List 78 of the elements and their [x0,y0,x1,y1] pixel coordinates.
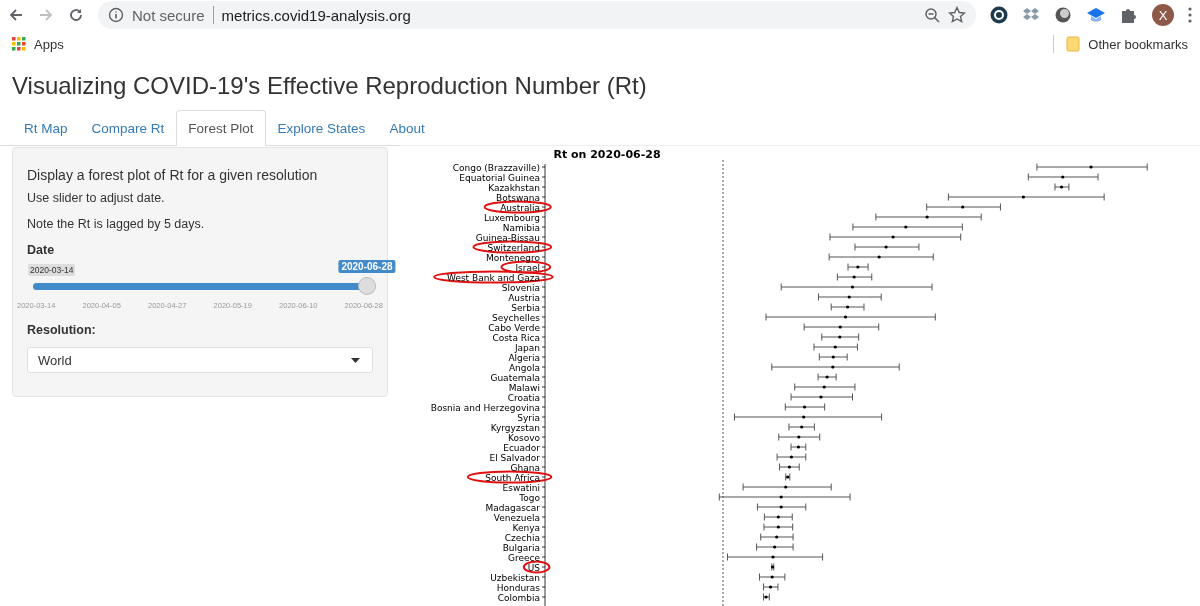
country-label: West Bank and Gaza [447,272,540,283]
country-label: Austria [508,292,540,303]
country-label: Guinea-Bissau [475,232,540,243]
country-label: Croatia [507,392,540,403]
extension-icon[interactable] [990,6,1008,24]
country-label: Algeria [508,352,540,363]
cap-icon[interactable] [1086,6,1106,24]
nav-tab[interactable]: Rt Map [12,110,80,146]
country-label: Kenya [512,522,540,533]
value-label: 2020-06-28 [338,260,396,273]
country-label: South Africa [485,472,540,483]
nav-tab[interactable]: Explore States [265,110,378,146]
min-label: 2020-03-14 [28,264,76,276]
country-label: Botswana [496,192,540,203]
page-title: Visualizing COVID-19's Effective Reproduction Number (Rt) [12,72,648,101]
country-label: Eswatini [502,482,540,493]
country-label: Greece [507,552,540,563]
country-label: Malawi [508,382,540,393]
apps-icon[interactable] [12,37,26,51]
resolution-label: Resolution: [27,323,97,337]
help-text: Use slider to adjust date. [27,191,166,205]
country-label: Madagascar [485,502,540,513]
country-label: Uzbekistan [490,572,540,583]
nav-tab[interactable]: About [377,110,437,146]
country-label: Costa Rica [492,332,540,343]
help-text: Note the Rt is lagged by 5 days. [27,217,206,231]
security-label: Not secure [132,6,205,24]
menu-icon[interactable] [1188,7,1192,23]
address-bar[interactable]: Not secure metrics.covid19-analysis.org [98,1,976,29]
caret-icon [351,357,360,363]
country-label: Colombia [497,592,540,603]
country-label: Seychelles [492,312,540,323]
nav-tab[interactable]: Forest Plot [176,110,266,146]
country-label: Guatemala [490,372,540,383]
info-icon[interactable] [108,7,124,23]
country-label: Ecuador [503,442,540,453]
url-text: metrics.covid19-analysis.org [221,6,411,24]
zoom-out-icon[interactable] [924,7,940,23]
country-label: Bulgaria [502,542,540,553]
reload-icon[interactable] [68,7,84,23]
plot-title: Rt on 2020-06-28 [553,148,661,161]
country-label: Luxembourg [483,212,540,223]
country-label: Czechia [504,532,540,543]
country-label: Japan [514,342,540,353]
country-label: Angola [508,362,540,373]
star-icon[interactable] [948,6,966,24]
bookmark-link[interactable]: Apps [34,36,64,52]
slider-handle[interactable] [358,277,376,295]
panel-heading: Display a forest plot of Rt for a given resolution [27,167,319,183]
country-label: Namibia [502,222,540,233]
profile-avatar[interactable]: X [1152,4,1174,26]
nav-tab[interactable]: Compare Rt [79,110,177,146]
sphere-icon[interactable] [1054,6,1072,24]
country-label: Syria [517,412,540,423]
country-label: Congo (Brazzaville) [452,162,540,173]
country-label: Switzerland [487,242,540,253]
back-icon[interactable] [8,7,24,23]
country-label: Serbia [511,302,540,313]
country-label: Montenegro [486,252,540,263]
country-label: Kazakhstan [488,182,540,193]
country-label: Togo [519,492,540,503]
country-label: US [527,562,540,573]
bookmark-link[interactable]: Other bookmarks [1088,36,1188,52]
country-label: Slovenia [501,282,540,293]
country-label: Equatorial Guinea [459,172,540,183]
country-label: Kyrgyzstan [490,422,540,433]
resolution-select[interactable]: World [27,347,373,373]
country-label: Honduras [496,582,540,593]
country-label: Israel [515,262,540,273]
country-label: Bosnia and Herzegovina [430,402,540,413]
country-label: Cabo Verde [488,322,540,333]
country-label: Australia [500,202,540,213]
date-label: Date [27,243,56,257]
country-label: El Salvador [489,452,540,463]
country-label: Kosovo [508,432,540,443]
puzzle-icon[interactable] [1120,6,1138,24]
country-label: Venezuela [493,512,540,523]
country-label: Ghana [510,462,540,473]
